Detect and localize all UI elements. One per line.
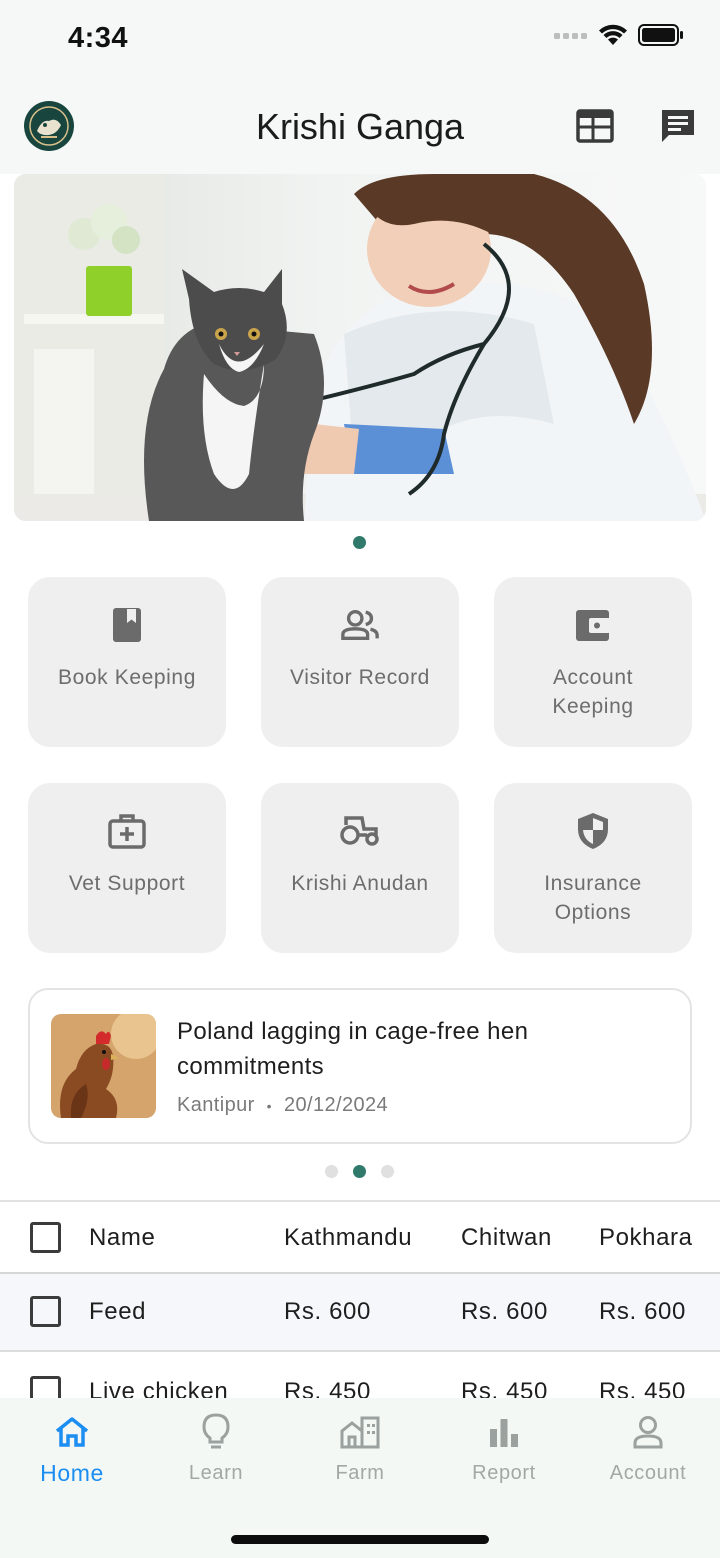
chat-button[interactable] (658, 106, 698, 146)
news-date: 20/12/2024 (283, 1094, 389, 1116)
news-carousel-dot[interactable] (381, 1165, 394, 1178)
tile-visitor-record[interactable]: Visitor Record (261, 577, 459, 747)
nav-report[interactable]: Report (444, 1412, 564, 1485)
vet-with-cat-photo (14, 174, 706, 521)
tile-krishi-anudan[interactable]: Krishi Anudan (261, 783, 459, 953)
signal-icon (554, 33, 587, 39)
tile-label: Visitor Record (290, 666, 430, 689)
status-time: 4:34 (68, 22, 129, 54)
bottom-nav: Home Learn Farm Report Account (0, 1398, 720, 1558)
news-card[interactable]: Poland lagging in cage-free hen commitme… (28, 988, 692, 1144)
tile-book-keeping[interactable]: Book Keeping (28, 577, 226, 747)
calendar-table-icon (576, 109, 614, 143)
shield-icon (573, 811, 613, 851)
table-row[interactable]: Live chicken Rs. 450 Rs. 450 Rs. 450 (0, 1354, 720, 1398)
home-indicator (231, 1535, 489, 1544)
table-cell: Live chicken (89, 1378, 229, 1398)
table-cell: Rs. 600 (599, 1298, 686, 1325)
medical-kit-icon (107, 811, 147, 851)
tile-label: Vet Support (68, 872, 186, 895)
hen-photo (51, 1014, 156, 1118)
nav-label: Learn (188, 1462, 244, 1484)
news-source: Kantipur (177, 1094, 255, 1116)
table-cell: Rs. 450 (599, 1378, 686, 1398)
tile-label: Account Keeping (552, 666, 634, 718)
tile-account-keeping[interactable]: Account Keeping (494, 577, 692, 747)
people-icon (340, 605, 380, 645)
app-header: Krishi Ganga (0, 86, 720, 174)
row-checkbox[interactable] (30, 1376, 61, 1398)
column-header[interactable]: Chitwan (461, 1224, 552, 1252)
nav-farm[interactable]: Farm (300, 1412, 420, 1485)
column-header[interactable]: Name (89, 1224, 155, 1252)
column-header[interactable]: Pokhara (599, 1224, 693, 1252)
farm-building-icon (340, 1412, 380, 1452)
hero-banner[interactable] (14, 174, 706, 521)
row-checkbox[interactable] (30, 1296, 61, 1327)
tile-vet-support[interactable]: Vet Support (28, 783, 226, 953)
battery-icon (638, 24, 683, 46)
status-icons (554, 24, 684, 46)
table-cell: Feed (89, 1298, 147, 1325)
table-row[interactable]: Feed Rs. 600 Rs. 600 Rs. 600 (0, 1274, 720, 1352)
select-all-checkbox[interactable] (30, 1222, 61, 1253)
nav-learn[interactable]: Learn (156, 1412, 276, 1485)
user-icon (628, 1412, 668, 1452)
lightbulb-icon (196, 1412, 236, 1452)
table-cell: Rs. 450 (461, 1378, 548, 1398)
nav-label: Home (40, 1460, 104, 1486)
news-carousel-dot[interactable] (325, 1165, 338, 1178)
nav-label: Report (472, 1462, 536, 1484)
wallet-icon (573, 605, 613, 645)
book-icon (107, 605, 147, 645)
wifi-icon (599, 24, 627, 45)
news-meta: Kantipur • 20/12/2024 (177, 1094, 388, 1117)
nav-account[interactable]: Account (588, 1412, 708, 1485)
price-table: Name Kathmandu Chitwan Pokhara Feed Rs. … (0, 1200, 720, 1398)
table-header-row: Name Kathmandu Chitwan Pokhara (0, 1202, 720, 1274)
column-header[interactable]: Kathmandu (284, 1224, 412, 1252)
chat-message-icon (662, 110, 694, 142)
nav-label: Farm (335, 1462, 385, 1484)
news-carousel-dot[interactable] (353, 1165, 366, 1178)
nav-home[interactable]: Home (12, 1412, 132, 1487)
news-separator: • (266, 1097, 272, 1114)
nav-label: Account (609, 1462, 687, 1484)
status-bar: 4:34 (0, 0, 720, 86)
tile-label: Insurance Options (544, 872, 642, 924)
tile-label: Book Keeping (58, 666, 196, 689)
table-cell: Rs. 450 (284, 1378, 371, 1398)
hero-carousel-dot[interactable] (353, 536, 366, 549)
table-cell: Rs. 600 (461, 1298, 548, 1325)
tile-insurance-options[interactable]: Insurance Options (494, 783, 692, 953)
calendar-table-button[interactable] (575, 106, 615, 146)
tractor-icon (340, 811, 380, 851)
news-title: Poland lagging in cage-free hen commitme… (177, 1018, 529, 1080)
tile-label: Krishi Anudan (291, 872, 429, 895)
bar-chart-icon (484, 1412, 524, 1452)
home-icon (52, 1412, 92, 1452)
table-cell: Rs. 600 (284, 1298, 371, 1325)
